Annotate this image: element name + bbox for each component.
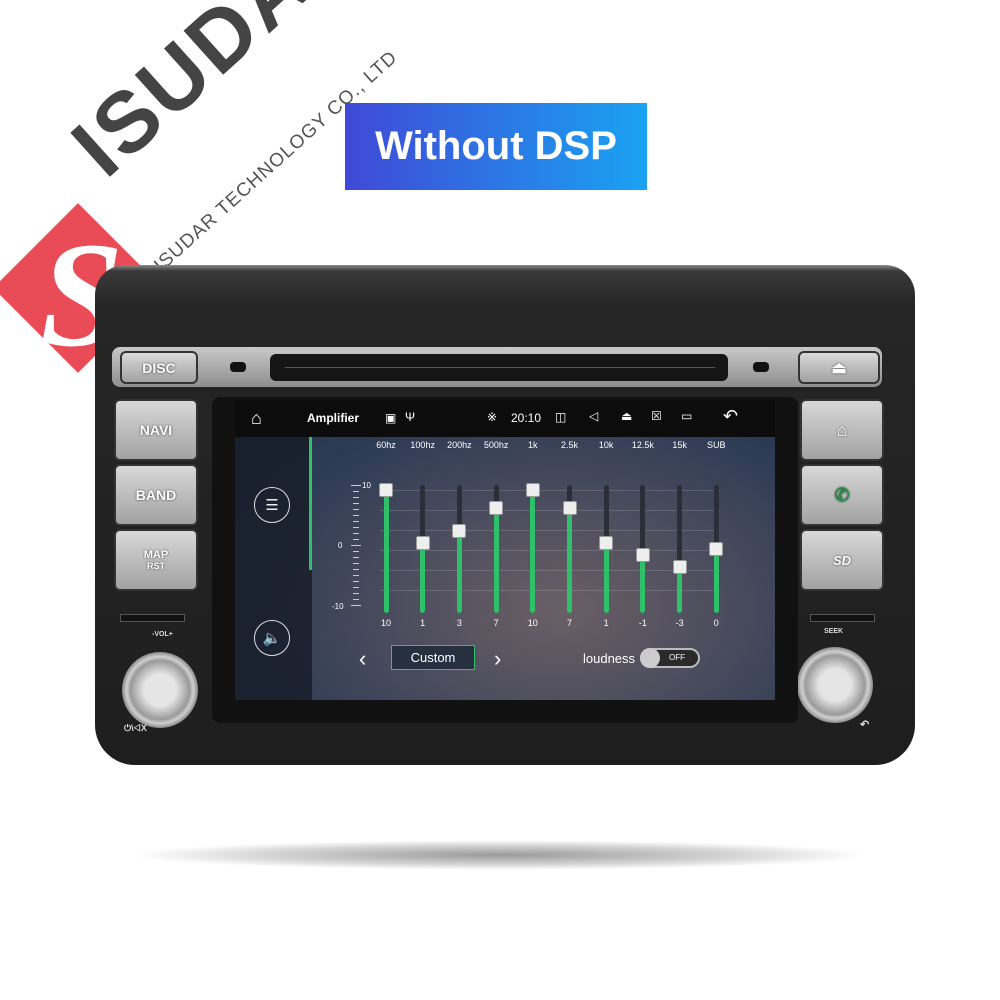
slider-fill xyxy=(530,490,536,613)
preset-selector[interactable]: Custom xyxy=(391,645,475,670)
map-rst-button[interactable]: MAP RST xyxy=(114,529,198,591)
volume-knob[interactable] xyxy=(122,652,198,728)
phone-button[interactable]: ✆ xyxy=(800,464,884,526)
band-value: 10 xyxy=(380,618,391,628)
slider-thumb[interactable] xyxy=(489,500,504,515)
volume-label: -VOL+ xyxy=(152,631,173,638)
phone-icon: ✆ xyxy=(834,484,850,505)
slider-fill xyxy=(640,554,646,613)
map-label: MAP xyxy=(143,549,169,561)
floor-shadow xyxy=(130,840,870,870)
band-label: SUB xyxy=(707,440,726,450)
prev-preset-icon[interactable]: ‹ xyxy=(359,646,366,672)
home-icon: ⌂ xyxy=(836,419,848,440)
band-label: 500hz xyxy=(483,440,509,450)
sd-button[interactable]: SD xyxy=(800,529,884,591)
power-mute-label: ⏻\◁X xyxy=(124,723,147,733)
band-value: 10 xyxy=(527,618,538,628)
slider-thumb[interactable] xyxy=(452,524,467,539)
slider-thumb[interactable] xyxy=(672,559,687,574)
seek-knob[interactable] xyxy=(797,647,873,723)
slider-thumb[interactable] xyxy=(709,542,724,556)
band-label: BAND xyxy=(135,487,177,503)
toggle-thumb xyxy=(640,648,660,668)
ir-sensor-icon xyxy=(753,362,769,372)
eject-icon: ⏏ xyxy=(831,359,847,377)
display: ⌂ Amplifier ▣ Ψ ※ 20:10 ◫ ◁ ⏏ ☒ ▭ ↶ ☰ 🔈 … xyxy=(235,400,775,700)
band-value: 1 xyxy=(603,618,609,628)
card-slot-right xyxy=(810,614,875,622)
home-button[interactable]: ⌂ xyxy=(800,399,884,461)
grid-line xyxy=(380,490,720,491)
grid-line xyxy=(380,530,720,531)
disc-label: DISC xyxy=(142,359,176,376)
slider-fill xyxy=(493,507,499,613)
slider-thumb[interactable] xyxy=(562,500,577,515)
grid-line xyxy=(380,550,720,551)
band-label: 10k xyxy=(598,440,614,450)
grid-line xyxy=(380,590,720,591)
navi-label: NAVI xyxy=(139,422,173,438)
banner-text: Without DSP xyxy=(375,124,617,168)
band-button[interactable]: BAND xyxy=(114,464,198,526)
eject-button[interactable]: ⏏ xyxy=(798,351,880,384)
loudness-toggle[interactable]: OFF xyxy=(640,648,700,668)
band-label: 200hz xyxy=(447,440,472,450)
band-value: -3 xyxy=(675,618,684,628)
seek-label: SEEK xyxy=(824,628,844,635)
equalizer: 10 0 -10 60hz 10 100hz 1 200hz 3 500hz 7 1k 10 2.5… xyxy=(235,400,775,700)
slider-fill xyxy=(420,543,426,613)
grid-line xyxy=(380,570,720,571)
slider-thumb[interactable] xyxy=(635,547,650,562)
next-preset-icon[interactable]: › xyxy=(494,646,501,672)
band-value: 7 xyxy=(566,618,572,628)
mic-icon xyxy=(230,362,246,372)
band-label: 12.5k xyxy=(631,440,654,450)
grid-line xyxy=(380,510,720,511)
slider-fill xyxy=(383,490,389,613)
band-value: 1 xyxy=(420,618,426,628)
band-value: 7 xyxy=(493,618,499,628)
disc-button[interactable]: DISC xyxy=(120,351,198,384)
slot-line xyxy=(285,367,715,368)
slider-fill xyxy=(603,543,609,613)
band-label: 100hz xyxy=(410,440,435,450)
slider-fill xyxy=(567,507,572,613)
preset-label: Custom xyxy=(410,650,456,665)
loudness-state: OFF xyxy=(669,653,685,662)
logo-brand: ISUDAR xyxy=(54,0,377,195)
slider-thumb[interactable] xyxy=(525,483,540,497)
band-value: -1 xyxy=(638,618,647,628)
band-value: 0 xyxy=(713,618,719,628)
band-value: 3 xyxy=(456,618,462,628)
band-label: 60hz xyxy=(376,440,396,450)
loudness-label: loudness xyxy=(583,651,636,666)
slider-thumb[interactable] xyxy=(415,536,430,551)
slider-thumb[interactable] xyxy=(599,536,614,551)
band-label: 1k xyxy=(528,440,538,450)
slider-fill xyxy=(713,549,719,613)
sd-icon: SD xyxy=(832,552,852,568)
back-hw-icon: ↶ xyxy=(860,719,870,731)
promo-banner: Without DSP xyxy=(345,103,647,190)
band-label: 15k xyxy=(672,440,687,450)
navi-button[interactable]: NAVI xyxy=(114,399,198,461)
slider-thumb[interactable] xyxy=(379,483,393,497)
slider-fill xyxy=(456,531,462,613)
rst-label: RST xyxy=(147,561,165,571)
card-slot-left xyxy=(120,614,185,622)
band-label: 2.5k xyxy=(560,440,578,450)
